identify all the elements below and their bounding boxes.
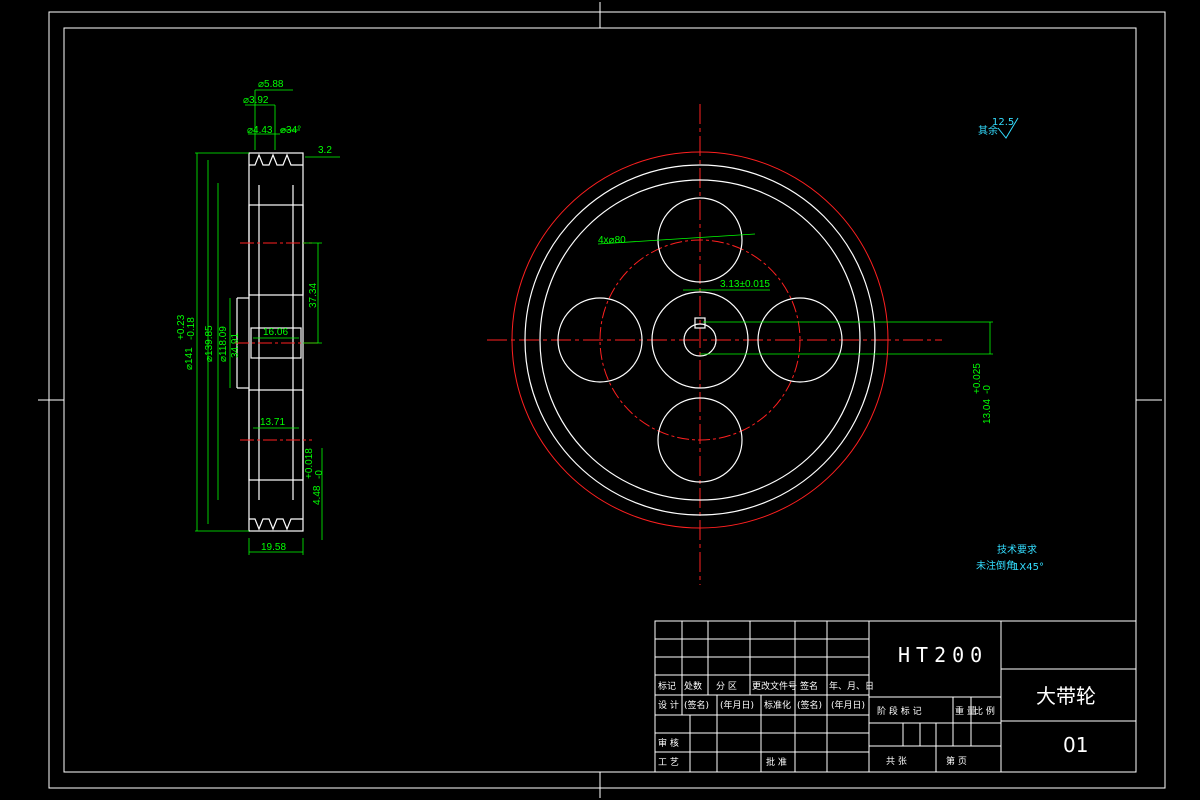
tb-label-std-date: (年月日)	[831, 699, 865, 711]
cad-drawing: ⌀5.88 ⌀3.92 ⌀4.43 ⌀34° 3.2 ⌀141 +0.23 -0…	[38, 2, 1166, 798]
dim-web-height: 37.34	[308, 283, 319, 308]
tb-label-standardize: 标准化	[764, 699, 791, 711]
tech-notes-line1-value: 1X45°	[1013, 562, 1044, 573]
front-view-centerlines	[487, 104, 942, 585]
dim-keyway-tol-lo: -0	[314, 470, 325, 479]
tb-label-process: 工 艺	[658, 757, 679, 768]
tb-drawing-number: 01	[1063, 733, 1088, 757]
dim-d2: ⌀139.85	[204, 325, 215, 362]
tb-label-zone: 分 区	[716, 681, 737, 692]
title-block: 标记 处数 分 区 更改文件号 签名 年、月、日 设 计 (签名) (年月日) …	[654, 620, 1137, 773]
tb-label-signature: 签名	[800, 680, 818, 692]
dim-hub-width: 16.06	[263, 327, 288, 338]
dim-width: 19.58	[261, 542, 286, 553]
side-view-dimension-lines	[195, 89, 340, 555]
tech-notes: 技术要求 未注倒角 1X45°	[976, 543, 1044, 573]
dim-outer-tol-lo: -0.18	[186, 317, 197, 340]
tech-notes-line1-prefix: 未注倒角	[976, 559, 1016, 572]
dim-rough-mark: 3.2	[318, 145, 332, 156]
tb-label-review: 审 核	[658, 737, 679, 749]
roughness-note: 其余 12.5	[978, 117, 1019, 139]
tb-stage-mark: 阶 段 标 记	[877, 705, 922, 717]
side-view: ⌀5.88 ⌀3.92 ⌀4.43 ⌀34° 3.2 ⌀141 +0.23 -0…	[176, 79, 340, 555]
dim-keyway: 4.48	[312, 485, 323, 505]
front-view: 4x⌀80 3.13±0.015 13.04 +0.025 -0	[487, 104, 993, 585]
tb-label-date: 年、月、日	[829, 680, 874, 692]
tb-sheet-total: 共 张	[886, 756, 907, 767]
tb-label-design-sign: (签名)	[684, 699, 709, 711]
dim-angle: ⌀34°	[280, 125, 301, 136]
dim-top1: ⌀5.88	[258, 79, 284, 90]
dim-key-depth: 13.04	[982, 399, 993, 424]
tb-label-design-date: (年月日)	[720, 699, 754, 711]
dim-outer: ⌀141	[184, 347, 195, 370]
tb-label-approve: 批 准	[766, 756, 787, 768]
tb-label-std-sign: (签名)	[797, 699, 822, 711]
tb-label-mark: 标记	[658, 680, 676, 692]
dim-key-depth-tol-lo: -0	[982, 385, 993, 394]
side-view-outline	[236, 152, 304, 532]
dim-d4: 34.91	[230, 333, 241, 358]
dim-top3: ⌀4.43	[247, 125, 273, 136]
tb-part-name: 大带轮	[1036, 684, 1096, 708]
dim-hole-callout: 4x⌀80	[598, 235, 626, 246]
front-view-dimension-lines	[597, 233, 993, 355]
tb-material: HT200	[898, 643, 988, 667]
dim-top2: ⌀3.92	[243, 95, 269, 106]
side-view-centerlines	[235, 242, 320, 441]
dim-b2: 13.71	[260, 417, 285, 428]
tb-label-design: 设 计	[658, 699, 679, 711]
dim-d3: ⌀118.09	[218, 326, 229, 362]
tb-sheet-number: 第 页	[946, 755, 967, 767]
tb-label-change-doc: 更改文件号	[752, 680, 797, 692]
tb-scale: 比 例	[974, 705, 995, 717]
tb-label-count: 处数	[684, 680, 702, 692]
dim-key-width: 3.13±0.015	[720, 279, 770, 290]
roughness-value: 12.5	[992, 117, 1014, 128]
tb-weight: 重 量	[955, 705, 976, 717]
tech-notes-title: 技术要求	[997, 543, 1037, 556]
